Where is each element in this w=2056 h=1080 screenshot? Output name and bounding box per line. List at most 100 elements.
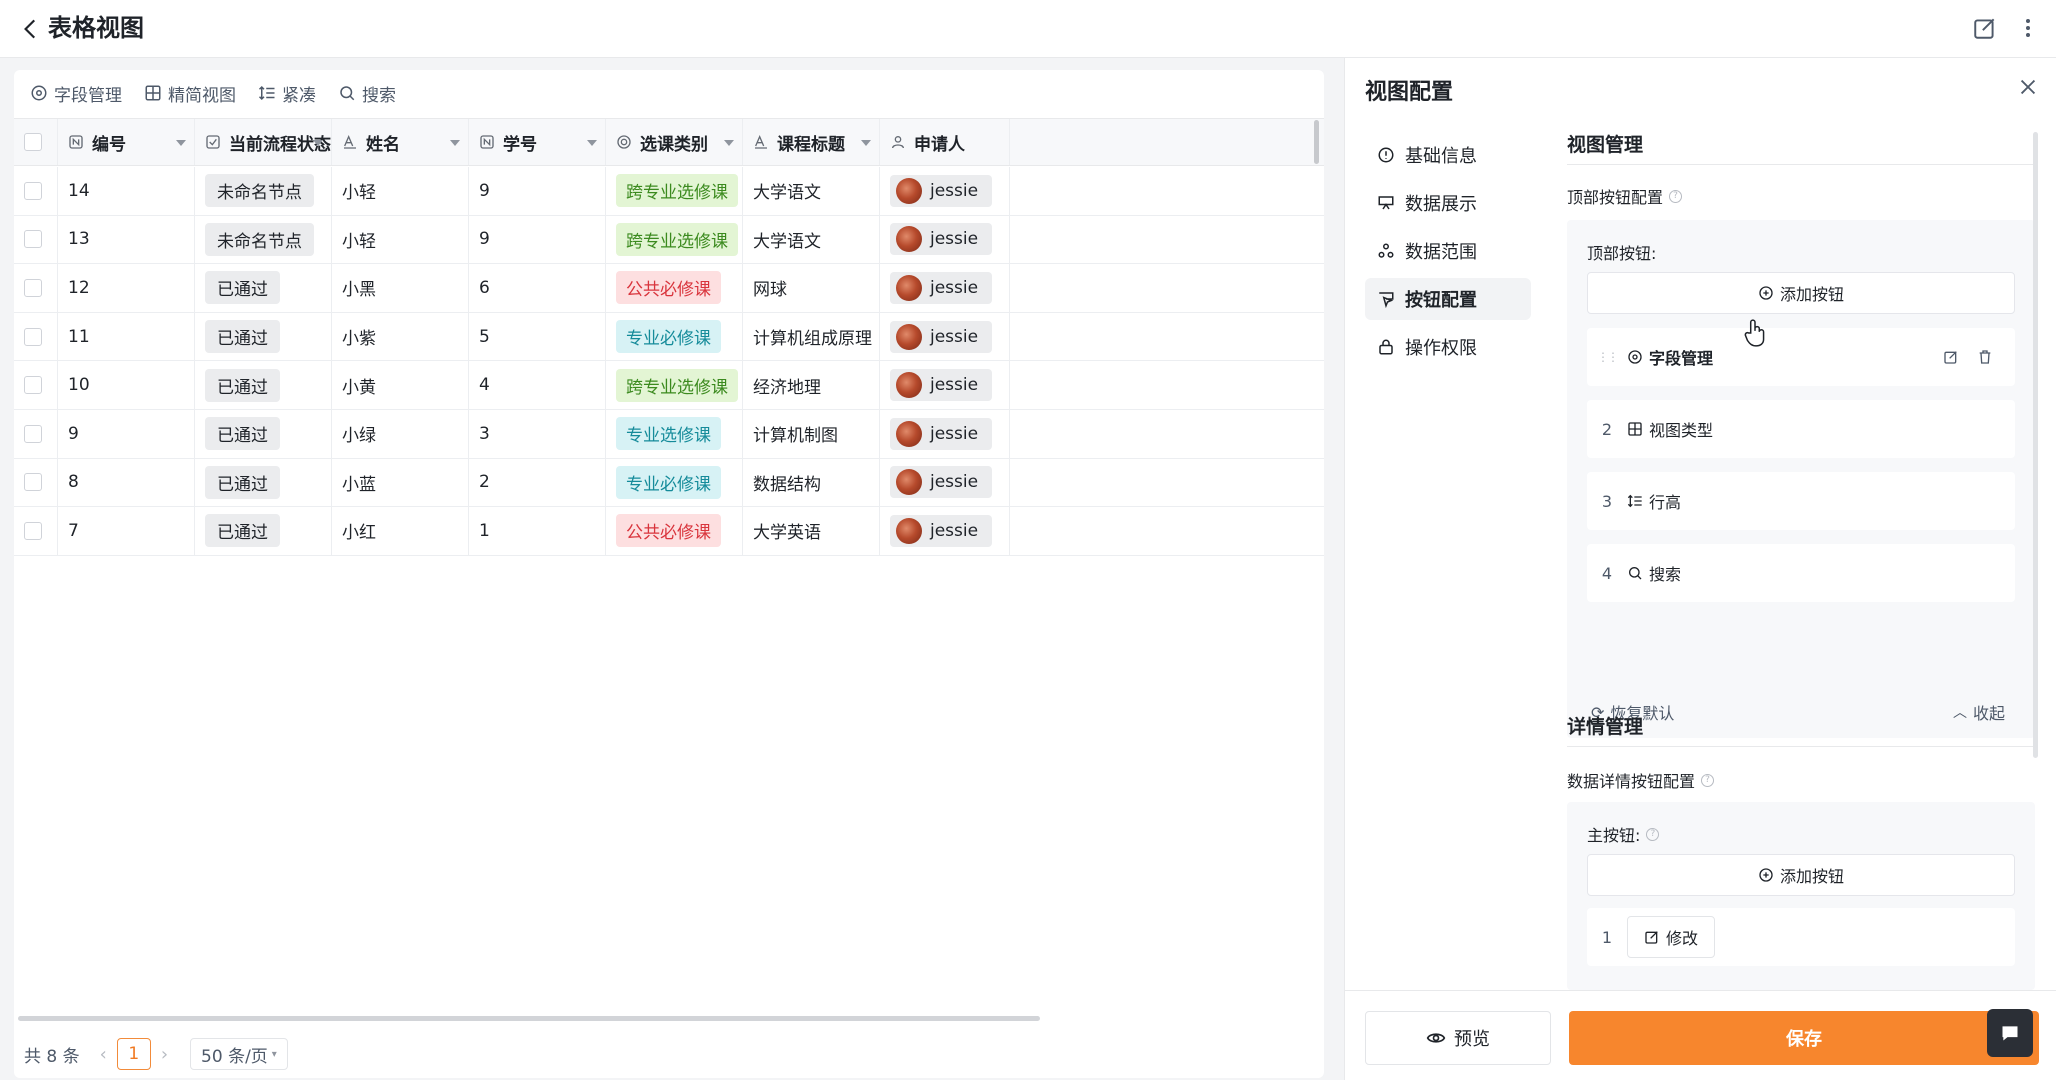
- column-header[interactable]: 姓名: [332, 119, 469, 165]
- student-id-value: 1: [479, 520, 490, 541]
- drag-handle-icon[interactable]: ⋮⋮: [1587, 350, 1627, 364]
- edit-button[interactable]: 修改: [1627, 916, 1716, 958]
- help-icon[interactable]: ?: [1669, 189, 1683, 203]
- row-checkbox[interactable]: [24, 327, 42, 346]
- dropdown-caret-icon[interactable]: [313, 140, 323, 146]
- edit-icon[interactable]: [1943, 349, 1959, 365]
- table-horizontal-scrollbar[interactable]: [18, 1016, 1040, 1021]
- toolbar-grid-button[interactable]: 精简视图: [144, 78, 236, 108]
- row-checkbox[interactable]: [24, 376, 42, 395]
- row-checkbox[interactable]: [24, 521, 42, 540]
- column-header[interactable]: 申请人: [880, 119, 1010, 165]
- back-arrow-icon[interactable]: [18, 16, 44, 42]
- row-checkbox[interactable]: [24, 278, 42, 297]
- collapse-label: 收起: [1973, 704, 2006, 723]
- applicant-name: jessie: [930, 229, 979, 250]
- table-row[interactable]: 10 已通过 小黄 4 跨专业选修课 经济地理 jessie: [14, 361, 1324, 410]
- edit-icon[interactable]: [1972, 15, 1998, 41]
- table-row[interactable]: 8 已通过 小蓝 2 专业必修课 数据结构 jessie: [14, 458, 1324, 508]
- id-value: 12: [68, 277, 90, 298]
- page-number[interactable]: 1: [116, 1038, 151, 1070]
- dropdown-caret-icon[interactable]: [176, 140, 186, 146]
- table-row[interactable]: 9 已通过 小绿 3 专业选修课 计算机制图 jessie: [14, 410, 1324, 459]
- avatar: [896, 372, 922, 399]
- category-tag: 专业选修课: [616, 417, 721, 451]
- pagination: 共 8 条 ‹ 1 › 50 条/页 ▾: [14, 1030, 1324, 1078]
- help-icon[interactable]: ?: [1701, 773, 1715, 787]
- top-button-item[interactable]: 3 行高: [1587, 472, 2015, 530]
- column-header-label: 学号: [503, 134, 537, 155]
- item-index: 3: [1601, 491, 1613, 511]
- table-row[interactable]: 7 已通过 小红 1 公共必修课 大学英语 jessie: [14, 507, 1324, 556]
- applicant-name: jessie: [930, 277, 979, 298]
- table-vertical-scrollbar[interactable]: [1314, 120, 1319, 164]
- row-height-icon: [1627, 493, 1643, 509]
- text-icon: [342, 134, 358, 150]
- field-settings-icon: [1627, 349, 1643, 365]
- menu-item-display[interactable]: 数据展示: [1365, 182, 1531, 224]
- column-header[interactable]: 学号: [469, 119, 606, 165]
- column-header[interactable]: 课程标题: [743, 119, 880, 165]
- row-checkbox[interactable]: [24, 181, 42, 200]
- prev-page-icon[interactable]: ‹: [100, 1044, 107, 1065]
- table-cell: 9: [469, 215, 606, 264]
- column-header[interactable]: 选课类别: [606, 119, 743, 165]
- menu-item-lock[interactable]: 操作权限: [1365, 326, 1531, 368]
- row-checkbox[interactable]: [24, 230, 42, 249]
- table-cell: 计算机组成原理: [743, 312, 880, 361]
- table-cell: 大学语文: [743, 167, 880, 215]
- id-value: 11: [68, 326, 90, 347]
- help-icon[interactable]: ?: [1646, 827, 1660, 841]
- main-buttons-label: 主按钮:?: [1587, 822, 1660, 846]
- table-cell: [14, 361, 58, 409]
- add-top-button[interactable]: 添加按钮: [1587, 272, 2015, 314]
- applicant-chip: jessie: [890, 271, 993, 304]
- more-vertical-icon[interactable]: [2016, 15, 2040, 41]
- add-main-button[interactable]: 添加按钮: [1587, 854, 2015, 896]
- toolbar-search-button[interactable]: 搜索: [338, 78, 396, 108]
- save-button[interactable]: 保存: [1569, 1011, 2039, 1065]
- top-button-config-label: 顶部按钮配置?: [1567, 184, 1683, 208]
- dropdown-caret-icon[interactable]: [450, 140, 460, 146]
- detail-manage-title: 详情管理: [1567, 716, 1644, 738]
- toolbar-field-settings-button[interactable]: 字段管理: [30, 78, 122, 108]
- select-all-checkbox[interactable]: [24, 133, 42, 151]
- table-row[interactable]: 13 未命名节点 小轻 9 跨专业选修课 大学语文 jessie: [14, 215, 1324, 265]
- column-header[interactable]: 当前流程状态: [195, 119, 332, 165]
- table-cell: 小黄: [332, 361, 469, 409]
- table-row[interactable]: 11 已通过 小紫 5 专业必修课 计算机组成原理 jessie: [14, 312, 1324, 362]
- column-header-label: 课程标题: [777, 134, 845, 155]
- row-checkbox[interactable]: [24, 424, 42, 443]
- row-checkbox[interactable]: [24, 473, 42, 492]
- status-tag: 已通过: [205, 417, 280, 451]
- page-size-select[interactable]: 50 条/页 ▾: [190, 1038, 288, 1070]
- config-scrollbar[interactable]: [2033, 132, 2038, 758]
- collapse-link[interactable]: ︿ 收起: [1953, 700, 2005, 724]
- trash-icon[interactable]: [1977, 349, 1993, 365]
- applicant-chip: jessie: [890, 320, 993, 353]
- table-row[interactable]: 12 已通过 小黑 6 公共必修课 网球 jessie: [14, 264, 1324, 313]
- preview-button[interactable]: 预览: [1365, 1011, 1551, 1065]
- column-header-label: 申请人: [914, 134, 965, 155]
- dropdown-caret-icon[interactable]: [724, 140, 734, 146]
- toolbar-row-height-button[interactable]: 紧凑: [258, 78, 316, 108]
- applicant-chip: jessie: [890, 223, 993, 256]
- name-value: 小轻: [342, 183, 376, 204]
- name-value: 小蓝: [342, 474, 376, 495]
- top-button-item[interactable]: 4 搜索: [1587, 544, 2015, 602]
- menu-item-range[interactable]: 数据范围: [1365, 230, 1531, 272]
- chat-button[interactable]: [1987, 1009, 2033, 1057]
- next-page-icon[interactable]: ›: [161, 1044, 168, 1065]
- table-panel: 字段管理 精简视图 紧凑 搜索 编号 当前流程状态 姓名 学号 选课类别 课程标题 申请人 14 未…: [14, 70, 1324, 1078]
- menu-item-button-config[interactable]: 按钮配置: [1365, 278, 1531, 320]
- table-row[interactable]: 14 未命名节点 小轻 9 跨专业选修课 大学语文 jessie: [14, 167, 1324, 216]
- menu-item-info[interactable]: 基础信息: [1365, 134, 1531, 176]
- dropdown-caret-icon[interactable]: [861, 140, 871, 146]
- top-button-item[interactable]: 2 视图类型: [1587, 400, 2015, 458]
- column-header[interactable]: 编号: [58, 119, 195, 165]
- top-button-item[interactable]: ⋮⋮ 字段管理: [1587, 328, 2015, 386]
- toolbar-label: 搜索: [362, 85, 396, 106]
- student-id-value: 3: [479, 423, 490, 444]
- dropdown-caret-icon[interactable]: [587, 140, 597, 146]
- close-icon[interactable]: [2017, 76, 2039, 98]
